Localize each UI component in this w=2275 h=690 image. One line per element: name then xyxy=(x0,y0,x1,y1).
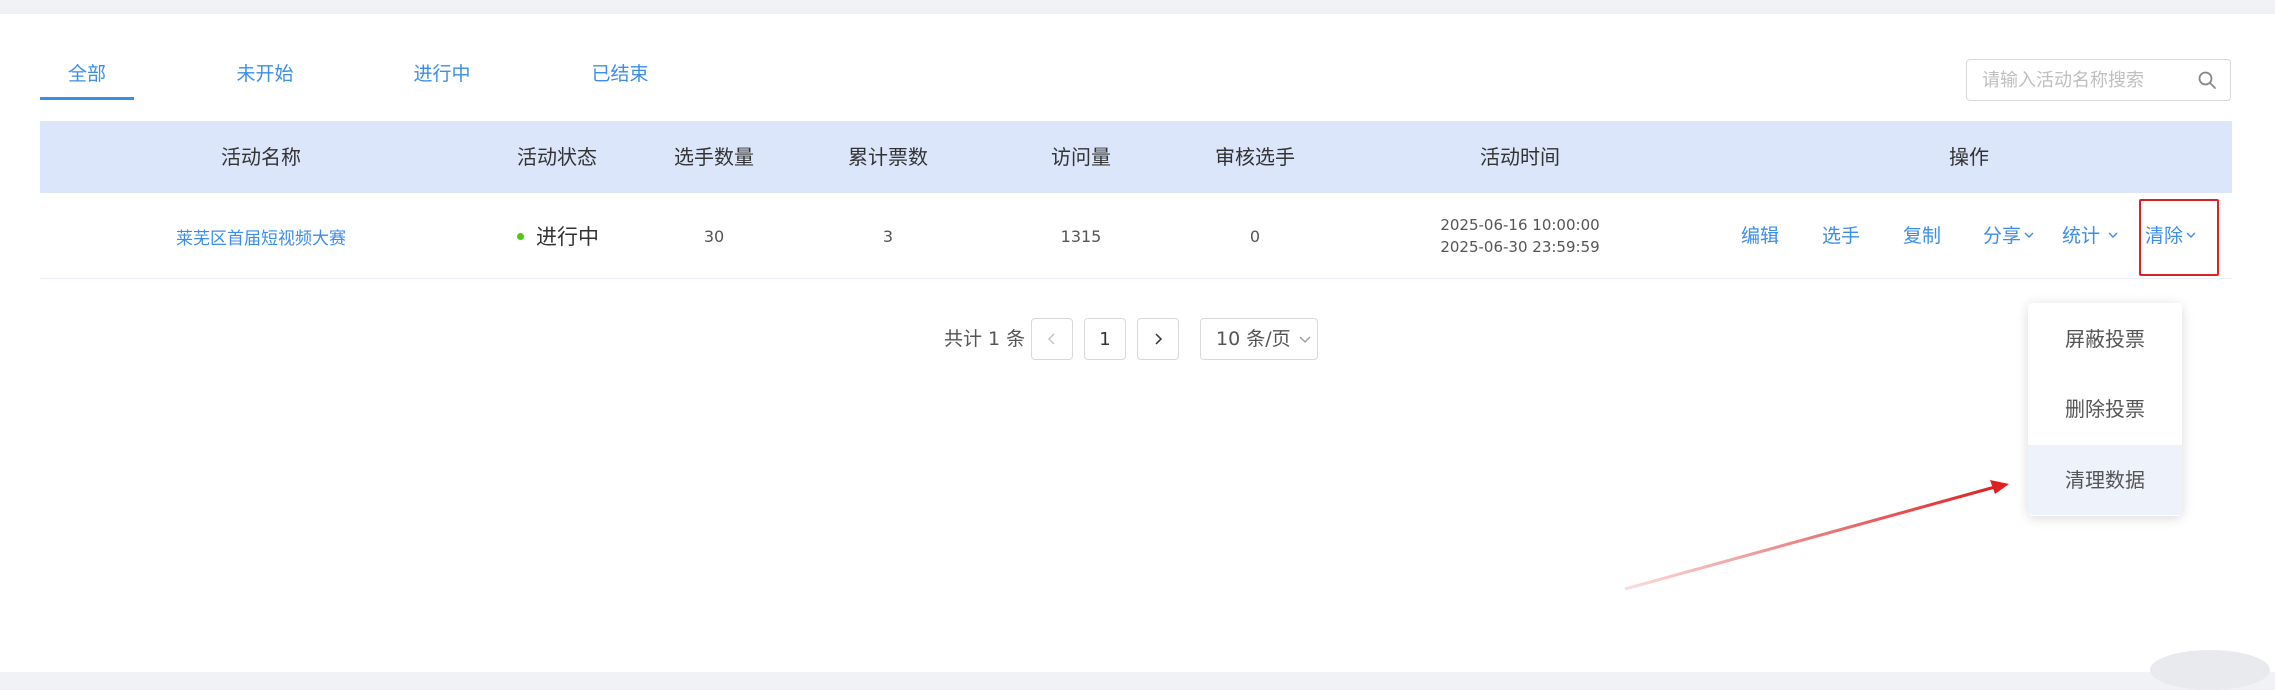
status-tabs: 全部 未开始 进行中 已结束 xyxy=(40,48,680,103)
search-input[interactable] xyxy=(1967,60,2182,100)
players-count: 30 xyxy=(703,226,725,246)
menu-item-block-votes[interactable]: 屏蔽投票 xyxy=(2028,304,2182,374)
col-header-status: 活动状态 xyxy=(517,145,597,169)
chevron-down-icon xyxy=(1299,336,1311,343)
page-size-select[interactable]: 10 条/页 xyxy=(1200,318,1318,360)
menu-item-delete-votes[interactable]: 删除投票 xyxy=(2028,374,2182,444)
players-button[interactable]: 选手 xyxy=(1822,193,1860,279)
tab-in-progress[interactable]: 进行中 xyxy=(402,48,482,100)
tab-all[interactable]: 全部 xyxy=(40,48,134,100)
prev-page-button[interactable] xyxy=(1031,318,1073,360)
annotation-highlight-box xyxy=(2139,199,2219,276)
menu-item-clear-data[interactable]: 清理数据 xyxy=(2028,445,2182,515)
chevron-left-icon xyxy=(1047,333,1055,345)
next-page-button[interactable] xyxy=(1137,318,1179,360)
page-size-label: 10 条/页 xyxy=(1216,328,1291,350)
table-header: 活动名称 活动状态 选手数量 累计票数 访问量 审核选手 活动时间 操作 xyxy=(40,121,2232,193)
edit-button[interactable]: 编辑 xyxy=(1741,193,1779,279)
pending-count: 0 xyxy=(1249,226,1261,246)
activity-status-cell: 进行中 xyxy=(517,193,599,279)
col-header-visits: 访问量 xyxy=(1051,145,1111,169)
page-number-button[interactable]: 1 xyxy=(1084,318,1126,360)
activity-name-link[interactable]: 莱芜区首届短视频大赛 xyxy=(176,224,346,249)
search-box xyxy=(1966,59,2231,101)
stats-label: 统计 xyxy=(2062,225,2101,247)
col-header-actions: 操作 xyxy=(1949,145,1989,169)
activity-name-cell: 莱芜区首届短视频大赛 xyxy=(176,193,346,279)
pagination-total: 共计 1 条 xyxy=(944,328,1026,350)
chevron-right-icon xyxy=(1155,333,1163,345)
col-header-pending: 审核选手 xyxy=(1215,145,1295,169)
chevron-down-icon xyxy=(2108,232,2118,238)
visits-count: 1315 xyxy=(1060,226,1102,246)
votes-count: 3 xyxy=(882,226,894,246)
share-label: 分享 xyxy=(1983,225,2022,247)
copy-button[interactable]: 复制 xyxy=(1903,193,1941,279)
status-dot xyxy=(517,232,524,240)
start-time: 2025-06-16 10:00:00 xyxy=(1440,216,1600,234)
corner-shadow xyxy=(2150,650,2270,690)
tab-not-started[interactable]: 未开始 xyxy=(225,48,305,100)
status-text: 进行中 xyxy=(536,225,599,249)
col-header-time: 活动时间 xyxy=(1480,145,1560,169)
stats-dropdown[interactable]: 统计 xyxy=(2062,193,2118,279)
share-dropdown[interactable]: 分享 xyxy=(1983,193,2034,279)
col-header-votes: 累计票数 xyxy=(848,145,928,169)
tab-ended[interactable]: 已结束 xyxy=(580,48,660,100)
search-icon[interactable] xyxy=(2197,70,2217,90)
end-time: 2025-06-30 23:59:59 xyxy=(1440,238,1600,256)
table-row: 莱芜区首届短视频大赛 进行中 30 3 1315 0 2025-06-16 10… xyxy=(40,193,2232,279)
chevron-down-icon xyxy=(2024,232,2034,238)
clear-dropdown-menu: 屏蔽投票 删除投票 清理数据 xyxy=(2028,303,2182,516)
col-header-players: 选手数量 xyxy=(674,145,754,169)
activity-time-cell: 2025-06-16 10:00:00 2025-06-30 23:59:59 xyxy=(1440,193,1599,279)
col-header-name: 活动名称 xyxy=(221,145,301,169)
